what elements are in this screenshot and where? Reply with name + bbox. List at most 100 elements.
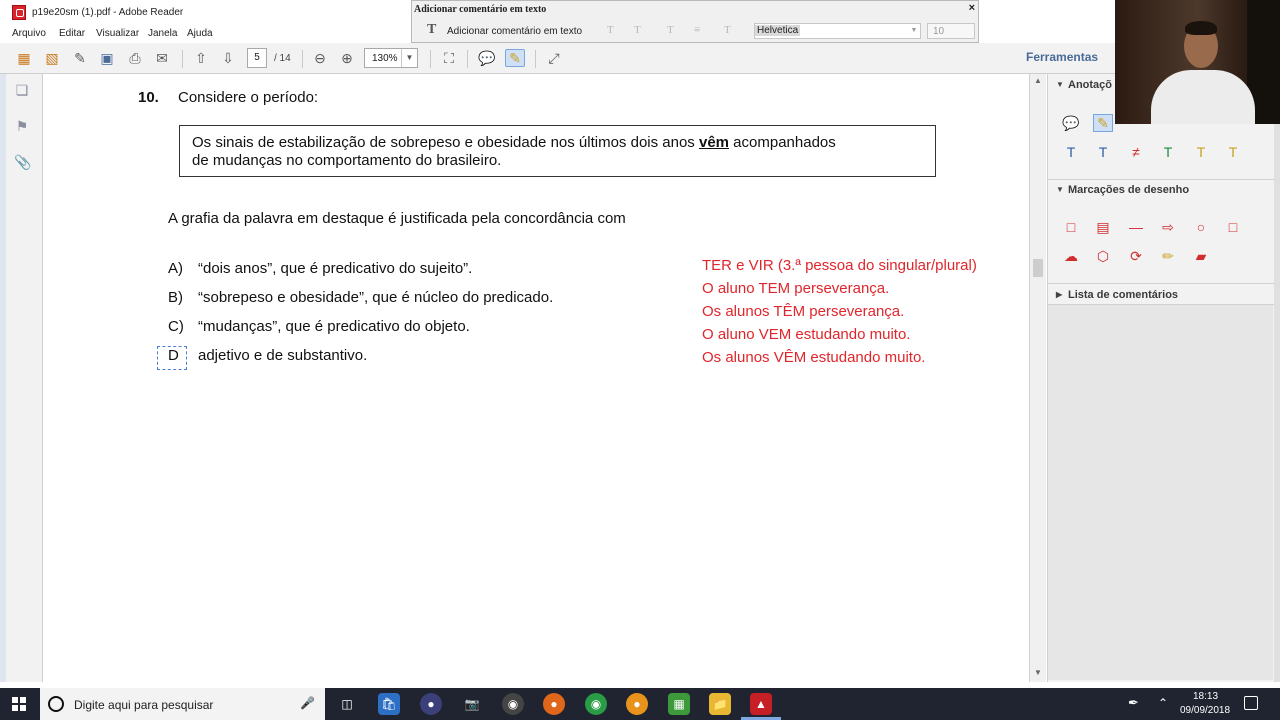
page-total: / 14 (274, 53, 291, 64)
print-icon[interactable]: ⎙ (125, 49, 145, 67)
chevron-down-icon: ▼ (1056, 80, 1064, 89)
text-box-icon[interactable]: □ (1061, 218, 1081, 236)
text-comment-selection[interactable] (157, 346, 187, 370)
menu-janela[interactable]: Janela (148, 28, 177, 39)
app-icon[interactable]: ● (420, 693, 442, 715)
clock-time[interactable]: 18:13 (1193, 691, 1218, 702)
line-icon[interactable]: — (1126, 218, 1146, 236)
sticky-note-icon[interactable]: 💬 (1061, 114, 1081, 132)
page-number-input[interactable]: 5 (247, 48, 267, 68)
highlight-text-icon[interactable]: T (1061, 143, 1081, 161)
drawing-section[interactable]: ▼ Marcações de desenho (1048, 181, 1275, 201)
scroll-thumb[interactable] (1033, 259, 1043, 277)
menu-visualizar[interactable]: Visualizar (96, 28, 139, 39)
microphone-icon[interactable]: 🎤 (300, 696, 315, 710)
notifications-icon[interactable] (1244, 696, 1258, 710)
left-navigation-panel: ❏ ⚑ 📎 (0, 74, 43, 682)
menu-bar: Arquivo Editar Visualizar Janela Ajuda (0, 25, 420, 43)
expand-icon[interactable]: ⤢ (544, 49, 564, 67)
pages-icon[interactable]: ❏ (14, 82, 30, 100)
file-explorer-icon[interactable]: 📁 (709, 693, 731, 715)
replace-text-icon[interactable]: T (1191, 143, 1211, 161)
windows-start-icon[interactable] (12, 697, 26, 711)
bookmarks-icon[interactable]: ⚑ (14, 118, 30, 136)
main-toolbar: ▦ ▧ ✎ ▣ ⎙ ✉ ⇧ ⇩ 5 / 14 ⊖ ⊕ 130% ▼ ⛶ 💬 ✎ … (0, 43, 1115, 74)
cloud-icon[interactable]: ☁ (1061, 247, 1081, 265)
save-icon[interactable]: ▣ (97, 49, 117, 67)
create-pdf-icon[interactable]: ▦ (14, 49, 34, 67)
firefox-icon[interactable]: ● (543, 693, 565, 715)
strikethrough-icon[interactable]: ≠ (1126, 143, 1146, 161)
font-select[interactable]: Helvetica ▼ (754, 23, 921, 39)
font-size-select[interactable]: 10 (927, 23, 975, 39)
chrome-icon[interactable]: ◉ (585, 693, 607, 715)
store-icon[interactable]: 🛍 (378, 693, 400, 715)
chevron-down-icon[interactable]: ▼ (908, 24, 920, 38)
zoom-out-icon[interactable]: ⊖ (310, 49, 330, 67)
menu-arquivo[interactable]: Arquivo (12, 28, 46, 39)
attach-file-icon[interactable]: T (1093, 143, 1113, 161)
clock-date[interactable]: 09/09/2018 (1180, 705, 1230, 716)
chevron-down-icon[interactable]: ▼ (401, 49, 417, 67)
arrow-icon[interactable]: ⇨ (1158, 218, 1178, 236)
text-color-icon[interactable]: T (667, 24, 674, 36)
camera-icon[interactable]: 📷 (461, 693, 483, 715)
text-align-icon[interactable]: ≡ (694, 24, 700, 36)
chevron-right-icon: ▶ (1056, 290, 1063, 299)
scroll-down-icon[interactable]: ▼ (1030, 666, 1046, 680)
chevron-down-icon: ▼ (1056, 185, 1064, 194)
eraser-icon[interactable]: ▰ (1191, 247, 1211, 265)
callout-icon[interactable]: ▤ (1093, 218, 1113, 236)
oval-icon[interactable]: ○ (1191, 218, 1211, 236)
document-scrollbar[interactable]: ▲ ▼ (1029, 74, 1046, 682)
sticky-note-icon[interactable]: 💬 (477, 49, 497, 67)
open-icon[interactable]: ▧ (42, 49, 62, 67)
add-text-comment-icon[interactable]: ✎ (1093, 114, 1113, 132)
email-icon[interactable]: ✉ (152, 49, 172, 67)
show-hidden-icons-icon[interactable]: ⌃ (1158, 696, 1168, 710)
pen-icon[interactable]: ✒ (1128, 695, 1139, 711)
fit-page-icon[interactable]: ⛶ (439, 49, 459, 67)
font-value: Helvetica (755, 25, 801, 36)
underline-text-icon[interactable]: T (1158, 143, 1178, 161)
rectangle-icon[interactable]: □ (1223, 218, 1243, 236)
task-view-icon[interactable]: ◫ (336, 693, 358, 715)
comment-text-toolbar: Adicionar comentário em texto × T Adicio… (411, 0, 979, 43)
zoom-in-icon[interactable]: ⊕ (337, 49, 357, 67)
note-line: Os alunos TÊM perseverança. (702, 303, 905, 320)
comments-list-section[interactable]: ▶ Lista de comentários (1048, 286, 1275, 306)
taskbar-search[interactable]: Digite aqui para pesquisar 🎤 (40, 688, 325, 720)
polygon-icon[interactable]: ⬡ (1093, 247, 1113, 265)
connected-lines-icon[interactable]: ⟳ (1126, 247, 1146, 265)
menu-editar[interactable]: Editar (59, 28, 85, 39)
text-size-up-icon[interactable]: T (634, 24, 641, 36)
attachments-icon[interactable]: 📎 (14, 154, 31, 172)
scroll-up-icon[interactable]: ▲ (1030, 74, 1046, 88)
comment-tool-label: Adicionar comentário em texto (447, 26, 583, 37)
webcam-overlay (1115, 0, 1280, 124)
zoom-value: 130% (372, 53, 398, 64)
search-placeholder: Digite aqui para pesquisar (74, 698, 214, 712)
close-icon[interactable]: × (969, 2, 975, 14)
add-note-to-text-icon[interactable]: T (1223, 143, 1243, 161)
panel-scrollbar[interactable] (1274, 74, 1280, 682)
zoom-select[interactable]: 130% ▼ (364, 48, 418, 68)
text-style-icon[interactable]: T (724, 24, 731, 36)
tools-button[interactable]: Ferramentas (1026, 50, 1098, 64)
paint-icon[interactable]: ● (626, 693, 648, 715)
edit-icon[interactable]: ✎ (70, 49, 90, 67)
add-text-comment-icon[interactable]: ✎ (505, 49, 525, 67)
prev-page-icon[interactable]: ⇧ (191, 49, 211, 67)
comments-list-area (1048, 305, 1273, 680)
text-size-down-icon[interactable]: T (607, 24, 614, 36)
presenter-body (1151, 70, 1255, 124)
comment-toolbar-title: Adicionar comentário em texto (414, 4, 547, 15)
highlighted-word: vêm (698, 134, 730, 151)
pencil-icon[interactable]: ✏ (1158, 247, 1178, 265)
menu-ajuda[interactable]: Ajuda (187, 28, 213, 39)
obs-icon[interactable]: ◉ (502, 693, 524, 715)
calculator-icon[interactable]: ▦ (668, 693, 690, 715)
note-line: TER e VIR (3.ª pessoa do singular/plural… (702, 257, 977, 274)
next-page-icon[interactable]: ⇩ (218, 49, 238, 67)
adobe-reader-taskbar-icon[interactable]: ▲ (750, 693, 772, 715)
